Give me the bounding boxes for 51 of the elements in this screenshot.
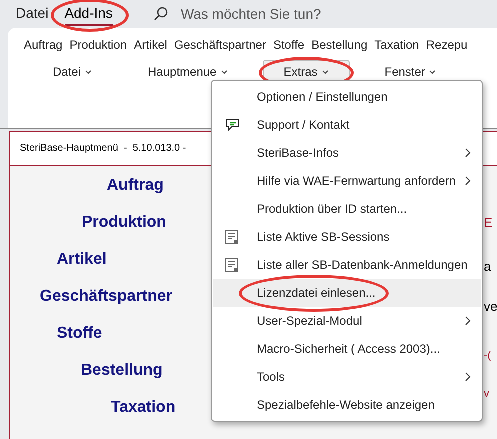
ribbon-command[interactable]: Rezepu [426, 36, 468, 54]
chevron-down-icon [85, 70, 92, 74]
dropdown-menu-button[interactable]: Hauptmenue [127, 60, 249, 84]
background-text: ve [484, 300, 497, 313]
ribbon-command[interactable]: Artikel [134, 36, 168, 54]
main-menu-link[interactable]: Bestellung [81, 359, 163, 382]
menu-item[interactable]: Macro-Sicherheit ( Access 2003)... [213, 335, 481, 363]
chevron-right-icon [465, 176, 471, 186]
dropdown-menu-button[interactable]: Fenster [364, 60, 458, 84]
dropdown-menu-button[interactable]: Datei [52, 60, 114, 84]
menu-item[interactable]: Tools [213, 363, 481, 391]
list-document-icon [225, 258, 239, 272]
menu-item[interactable]: Hilfe via WAE-Fernwartung anfordern [213, 167, 481, 195]
chevron-right-icon [465, 372, 471, 382]
speech-bubble-icon [225, 118, 241, 132]
menu-item[interactable]: Produktion über ID starten... [213, 195, 481, 223]
main-menu-link[interactable]: Auftrag [107, 174, 164, 197]
ribbon-command[interactable]: Produktion [70, 36, 128, 54]
menu-item[interactable]: Optionen / Einstellungen [213, 83, 481, 111]
window-title: SteriBase-Hauptmenü - 5.10.013.0 - [20, 142, 186, 156]
chevron-right-icon [465, 148, 471, 158]
main-menu-link[interactable]: Artikel [57, 248, 107, 271]
ribbon-command[interactable]: Taxation [374, 36, 420, 54]
background-text: E [484, 216, 493, 229]
menu-item[interactable]: User-Spezial-Modul [213, 307, 481, 335]
search-field[interactable]: Was möchten Sie tun? [180, 4, 381, 24]
ribbon-command[interactable]: Geschäftspartner [174, 36, 266, 54]
search-icon [152, 6, 169, 22]
background-text: a [484, 260, 492, 273]
main-menu-link[interactable]: Taxation [111, 396, 176, 419]
menu-item[interactable]: SteriBase-Infos [213, 139, 481, 167]
background-text: v [484, 387, 490, 402]
chevron-right-icon [465, 316, 471, 326]
chevron-down-icon [220, 70, 228, 74]
list-document-icon [225, 230, 239, 244]
menu-item[interactable]: Spezialbefehle-Website anzeigen [213, 391, 481, 419]
menu-item[interactable]: Liste aller SB-Datenbank-Anmeldungen [213, 251, 481, 279]
main-menu-link[interactable]: Geschäftspartner [40, 285, 172, 308]
ribbon-command[interactable]: Auftrag [24, 36, 63, 54]
background-text: -( [484, 349, 492, 364]
ribbon-command[interactable]: Stoffe [273, 36, 305, 54]
ribbon-command[interactable]: Bestellung [312, 36, 368, 54]
ribbon-tab[interactable]: Add-Ins [64, 2, 113, 26]
menu-item[interactable]: Support / Kontakt [213, 111, 481, 139]
ribbon-tab[interactable]: Datei [16, 2, 49, 26]
chevron-down-icon [322, 70, 329, 74]
menu-item[interactable]: Lizenzdatei einlesen... [213, 279, 481, 307]
menu-item[interactable]: Liste Aktive SB-Sessions [213, 223, 481, 251]
chevron-down-icon [429, 70, 436, 74]
main-menu-link[interactable]: Produktion [82, 211, 166, 234]
main-menu-link[interactable]: Stoffe [57, 322, 102, 345]
